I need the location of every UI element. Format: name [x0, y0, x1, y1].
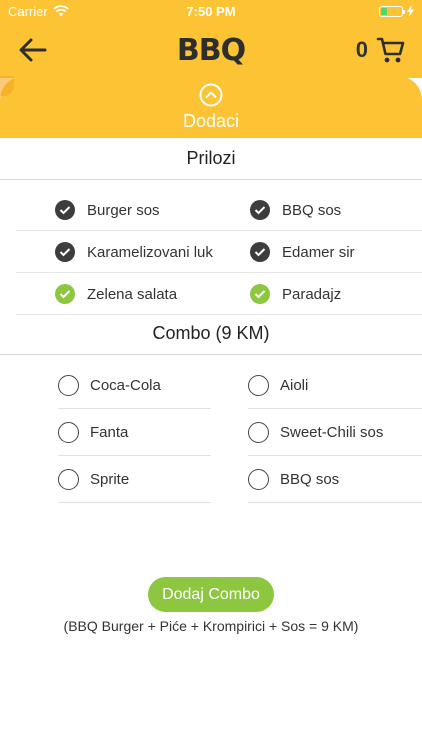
check-icon — [250, 242, 270, 262]
check-item-label: Karamelizovani luk — [87, 243, 213, 261]
check-icon — [55, 284, 75, 304]
section-header-dodaci[interactable]: Dodaci — [0, 76, 422, 138]
radio-circle-icon — [248, 374, 269, 396]
status-left: Carrier — [8, 4, 69, 19]
check-item-label: BBQ sos — [282, 201, 342, 219]
radio-circle-icon — [248, 468, 269, 490]
radio-item-label: BBQ sos — [280, 470, 340, 488]
check-item-label: Zelena salata — [87, 285, 178, 303]
prilozi-title: Prilozi — [186, 148, 236, 168]
back-button[interactable] — [16, 33, 50, 67]
check-item-label: Burger sos — [87, 201, 160, 219]
radio-item-fanta[interactable]: Fanta — [58, 409, 211, 456]
radio-circle-icon — [58, 421, 79, 443]
radio-circle-icon — [248, 421, 269, 443]
wifi-icon — [53, 5, 69, 17]
status-right — [379, 5, 414, 17]
charging-icon — [407, 5, 414, 17]
divider — [0, 354, 422, 355]
cart[interactable]: 0 — [356, 35, 406, 65]
section-title: Dodaci — [182, 110, 240, 131]
check-item-label: Paradajz — [282, 285, 342, 303]
check-row: Karamelizovani luk Edamer sir — [16, 231, 422, 273]
app-header: BBQ 0 — [0, 22, 422, 78]
check-item-zelena-salata[interactable]: Zelena salata — [55, 273, 177, 315]
combo-note: (BBQ Burger + Piće + Krompirici + Sos = … — [63, 618, 359, 634]
radio-item-label: Sweet-Chili sos — [280, 423, 384, 441]
cart-count: 0 — [355, 37, 368, 62]
arrow-left-icon — [19, 38, 47, 62]
check-row: Burger sos BBQ sos — [16, 189, 422, 231]
check-icon — [55, 242, 75, 262]
add-combo-button[interactable]: Dodaj Combo — [148, 577, 274, 612]
check-item-paradajz[interactable]: Paradajz — [250, 273, 341, 315]
carrier-label: Carrier — [8, 3, 48, 19]
check-item-edamer-sir[interactable]: Edamer sir — [250, 231, 355, 273]
check-item-karamelizovani-luk[interactable]: Karamelizovani luk — [55, 231, 213, 273]
battery-level — [381, 7, 387, 15]
status-bar: Carrier 7:50 PM — [0, 0, 422, 22]
battery-icon — [379, 5, 405, 17]
radio-item-label: Fanta — [90, 423, 129, 441]
radio-item-coca-cola[interactable]: Coca-Cola — [58, 362, 211, 409]
check-item-burger-sos[interactable]: Burger sos — [55, 189, 160, 231]
radio-item-sweet-chili-sos[interactable]: Sweet-Chili sos — [248, 409, 422, 456]
radio-circle-icon — [58, 374, 79, 396]
check-item-bbq-sos[interactable]: BBQ sos — [250, 189, 341, 231]
check-icon — [55, 200, 75, 220]
radio-circle-icon — [58, 468, 79, 490]
chevron-up-circle-icon[interactable] — [199, 83, 223, 107]
divider — [0, 179, 422, 180]
radio-item-aioli[interactable]: Aioli — [248, 362, 422, 409]
radio-item-bbq-sos[interactable]: BBQ sos — [248, 456, 422, 503]
radio-item-label: Coca-Cola — [90, 376, 161, 394]
cart-icon[interactable] — [376, 35, 406, 65]
check-icon — [250, 284, 270, 304]
check-item-label: Edamer sir — [282, 243, 355, 261]
combo-title: Combo (9 KM) — [152, 323, 270, 343]
radio-item-label: Sprite — [90, 470, 130, 488]
check-icon — [250, 200, 270, 220]
check-row: Zelena salata Paradajz — [16, 273, 422, 315]
radio-item-label: Aioli — [280, 376, 309, 394]
radio-item-sprite[interactable]: Sprite — [58, 456, 211, 503]
